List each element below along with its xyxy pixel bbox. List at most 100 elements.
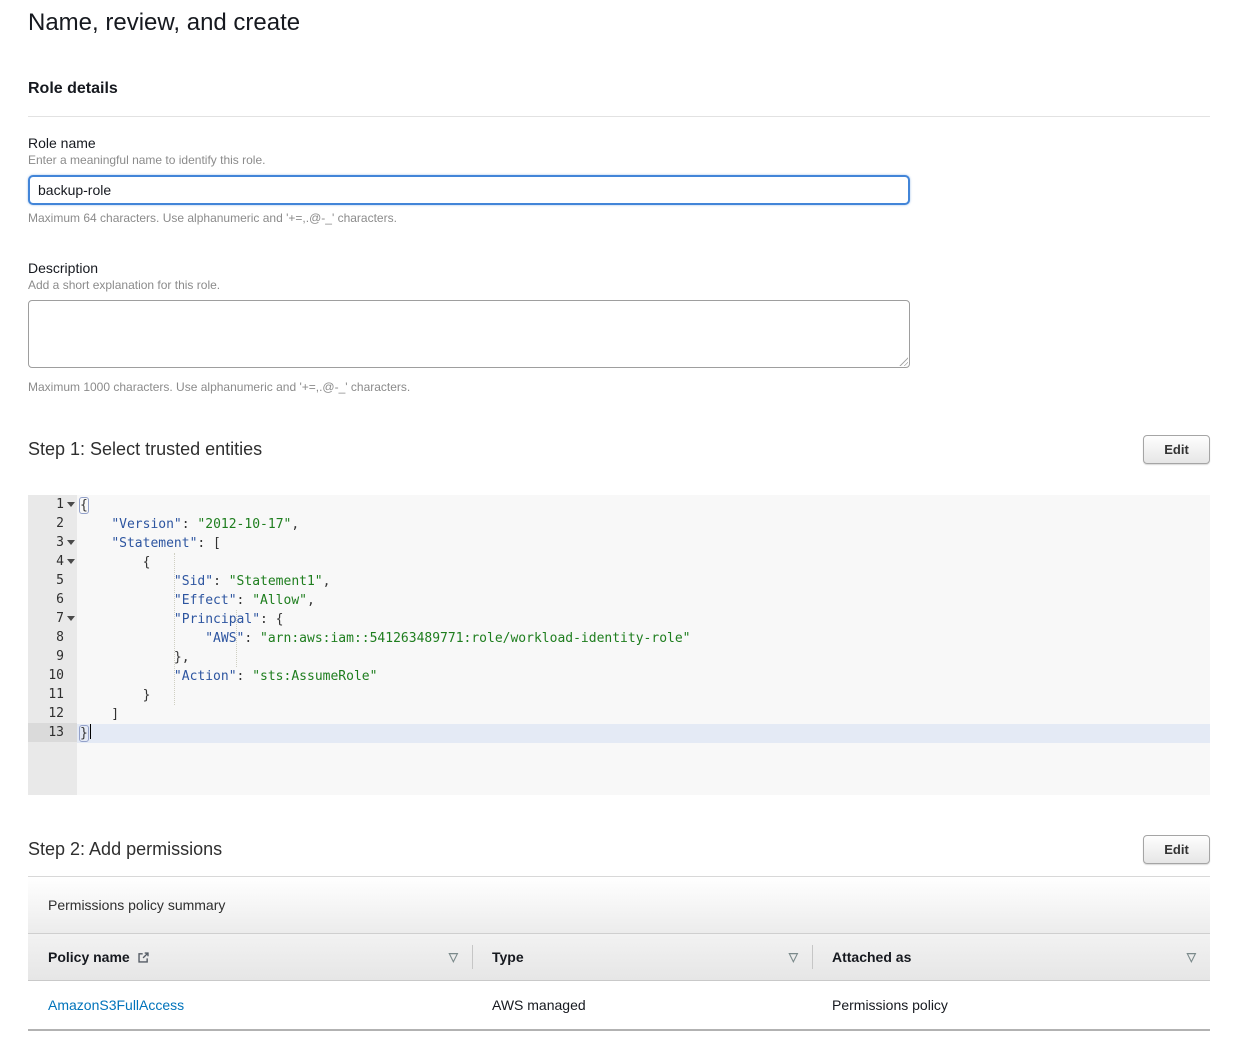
code-line[interactable]: }, bbox=[77, 648, 1210, 667]
code-token: : { bbox=[260, 612, 283, 627]
code-token: ] bbox=[80, 707, 119, 722]
description-hint: Maximum 1000 characters. Use alphanumeri… bbox=[28, 380, 1210, 395]
code-line[interactable]: } bbox=[77, 724, 1210, 743]
code-line[interactable]: "Action": "sts:AssumeRole" bbox=[77, 667, 1210, 686]
line-number: 4 bbox=[28, 552, 64, 571]
description-label: Description bbox=[28, 259, 1210, 277]
code-token: "2012-10-17" bbox=[197, 517, 291, 532]
code-token: : bbox=[244, 631, 260, 646]
code-token: { bbox=[80, 498, 88, 513]
code-token bbox=[80, 536, 111, 551]
gutter-line: 9 bbox=[28, 647, 77, 666]
code-token: , bbox=[323, 574, 331, 589]
edit-trusted-entities-button[interactable]: Edit bbox=[1143, 435, 1210, 464]
line-number: 9 bbox=[28, 647, 64, 666]
sort-icon[interactable]: ▽ bbox=[1187, 951, 1196, 963]
gutter-line: 13 bbox=[28, 723, 77, 742]
code-line[interactable]: "Version": "2012-10-17", bbox=[77, 515, 1210, 534]
permissions-summary-title: Permissions policy summary bbox=[28, 877, 1210, 933]
column-header-text: Attached as bbox=[832, 949, 911, 965]
code-token: "Version" bbox=[111, 517, 181, 532]
line-number: 12 bbox=[28, 704, 64, 723]
divider bbox=[28, 116, 1210, 117]
code-token: "Sid" bbox=[174, 574, 213, 589]
policy-name-link[interactable]: AmazonS3FullAccess bbox=[48, 997, 184, 1013]
code-line[interactable]: { bbox=[77, 553, 1210, 572]
code-token: }, bbox=[80, 650, 190, 665]
code-token: : bbox=[237, 593, 253, 608]
code-token: } bbox=[80, 726, 88, 741]
code-token: "arn:aws:iam::541263489771:role/workload… bbox=[260, 631, 690, 646]
code-line[interactable]: "Sid": "Statement1", bbox=[77, 572, 1210, 591]
code-token bbox=[80, 631, 205, 646]
code-token bbox=[80, 517, 111, 532]
role-name-hint: Maximum 64 characters. Use alphanumeric … bbox=[28, 211, 1210, 226]
code-line[interactable]: ] bbox=[77, 705, 1210, 724]
column-header-policy-name: Policy name ▽ bbox=[28, 934, 472, 980]
code-line[interactable]: "AWS": "arn:aws:iam::541263489771:role/w… bbox=[77, 629, 1210, 648]
policy-name-cell: AmazonS3FullAccess bbox=[28, 981, 472, 1029]
code-token: "Statement1" bbox=[229, 574, 323, 589]
code-token: "Statement" bbox=[111, 536, 197, 551]
role-name-label: Role name bbox=[28, 134, 1210, 152]
step1-title: Step 1: Select trusted entities bbox=[28, 439, 262, 460]
gutter-line: 1 bbox=[28, 495, 77, 514]
line-number: 10 bbox=[28, 666, 64, 685]
column-header-text: Policy name bbox=[48, 949, 130, 965]
code-line[interactable]: } bbox=[77, 686, 1210, 705]
permissions-summary-panel: Permissions policy summary Policy name▽T… bbox=[28, 876, 1210, 1031]
type-cell: AWS managed bbox=[472, 981, 812, 1029]
gutter-line: 7 bbox=[28, 609, 77, 628]
column-header-attached-as: Attached as ▽ bbox=[812, 934, 1210, 980]
line-number: 13 bbox=[28, 723, 64, 742]
code-token: "Allow" bbox=[252, 593, 307, 608]
trust-policy-editor[interactable]: 12345678910111213 { "Version": "2012-10-… bbox=[28, 495, 1210, 795]
code-token: , bbox=[307, 593, 315, 608]
line-number: 2 bbox=[28, 514, 64, 533]
gutter-line: 12 bbox=[28, 704, 77, 723]
code-line[interactable]: { bbox=[77, 496, 1210, 515]
external-link-icon bbox=[137, 951, 150, 964]
fold-arrow-icon[interactable] bbox=[64, 540, 77, 545]
sort-icon[interactable]: ▽ bbox=[449, 951, 458, 963]
attached-as-cell: Permissions policy bbox=[812, 981, 1210, 1029]
fold-arrow-icon[interactable] bbox=[64, 616, 77, 621]
description-field-wrap bbox=[28, 300, 910, 368]
line-number: 7 bbox=[28, 609, 64, 628]
line-number: 3 bbox=[28, 533, 64, 552]
code-token: "Principal" bbox=[174, 612, 260, 627]
fold-arrow-icon[interactable] bbox=[64, 502, 77, 507]
fold-arrow-icon[interactable] bbox=[64, 559, 77, 564]
role-details-heading: Role details bbox=[28, 80, 1210, 98]
sort-icon[interactable]: ▽ bbox=[789, 951, 798, 963]
step2-header: Step 2: Add permissions Edit bbox=[28, 835, 1210, 864]
code-line[interactable]: "Principal": { bbox=[77, 610, 1210, 629]
step1-header: Step 1: Select trusted entities Edit bbox=[28, 435, 1210, 464]
editor-code[interactable]: { "Version": "2012-10-17", "Statement": … bbox=[77, 495, 1210, 795]
code-token: , bbox=[291, 517, 299, 532]
code-token: : bbox=[237, 669, 253, 684]
line-number: 6 bbox=[28, 590, 64, 609]
column-header-label: Policy name bbox=[48, 949, 449, 965]
gutter-line: 5 bbox=[28, 571, 77, 590]
column-header-label: Attached as bbox=[832, 949, 1187, 965]
edit-permissions-button[interactable]: Edit bbox=[1143, 835, 1210, 864]
column-header-text: Type bbox=[492, 949, 524, 965]
role-name-help: Enter a meaningful name to identify this… bbox=[28, 153, 1210, 168]
code-token: "sts:AssumeRole" bbox=[252, 669, 377, 684]
code-token: : [ bbox=[197, 536, 220, 551]
code-token: : bbox=[213, 574, 229, 589]
column-header-type: Type ▽ bbox=[472, 934, 812, 980]
gutter-line: 11 bbox=[28, 685, 77, 704]
gutter-line: 4 bbox=[28, 552, 77, 571]
line-number: 11 bbox=[28, 685, 64, 704]
description-input[interactable] bbox=[28, 300, 910, 368]
code-line[interactable]: "Effect": "Allow", bbox=[77, 591, 1210, 610]
gutter-line: 3 bbox=[28, 533, 77, 552]
code-line[interactable]: "Statement": [ bbox=[77, 534, 1210, 553]
gutter-line: 8 bbox=[28, 628, 77, 647]
policy-table-body: AmazonS3FullAccess AWS managedPermissions… bbox=[28, 981, 1210, 1031]
code-token: "AWS" bbox=[205, 631, 244, 646]
role-name-input[interactable] bbox=[28, 175, 910, 205]
code-token: } bbox=[80, 688, 150, 703]
